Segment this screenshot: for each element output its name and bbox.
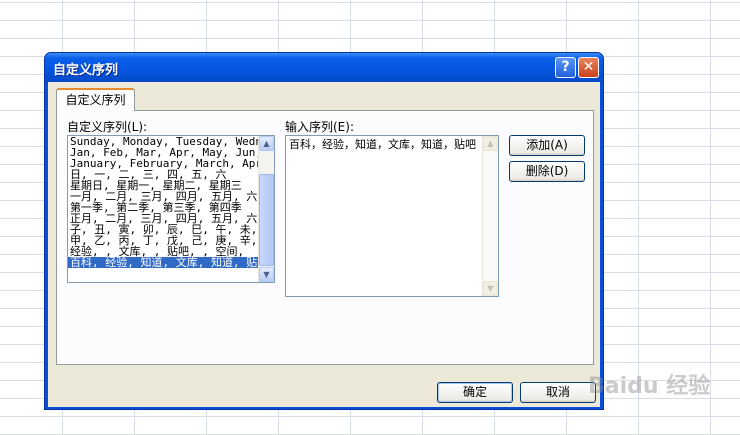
list-item[interactable]: 甲, 乙, 丙, 丁, 戊, 己, 庚, 辛, <box>68 235 258 246</box>
custom-lists-listbox[interactable]: Sunday, Monday, Tuesday, WednesdayJan, F… <box>67 135 275 283</box>
list-entries-input[interactable]: 百科，经验，知道，文库，知道，贴吧 ▲ ▼ <box>285 135 499 297</box>
listbox-scrollbar[interactable]: ▲ ▼ <box>258 136 274 282</box>
custom-lists-dialog: 自定义序列 ? ✕ 自定义序列 自定义序列(L): 输入序列(E): Sunda… <box>44 52 604 410</box>
ok-button[interactable]: 确定 <box>437 382 513 403</box>
baidu-watermark: Baidu 经验 <box>588 374 711 399</box>
delete-button[interactable]: 删除(D) <box>509 161 585 182</box>
list-item[interactable]: 星期日, 星期一, 星期二, 星期三 <box>68 180 258 191</box>
scroll-up-icon[interactable]: ▲ <box>259 136 274 151</box>
list-label: 自定义序列(L): <box>67 120 148 134</box>
list-entries-text: 百科，经验，知道，文库，知道，贴吧 <box>289 138 476 151</box>
scroll-up-icon: ▲ <box>483 136 498 151</box>
list-item[interactable]: 日, 一, 二, 三, 四, 五, 六 <box>68 169 258 180</box>
list-item[interactable]: Jan, Feb, Mar, Apr, May, Jun, Ju <box>68 147 258 158</box>
list-item[interactable]: 一月, 二月, 三月, 四月, 五月, 六 <box>68 191 258 202</box>
list-item[interactable]: 第一季, 第二季, 第三季, 第四季 <box>68 202 258 213</box>
cancel-button[interactable]: 取消 <box>520 382 596 403</box>
dialog-client-area: 自定义序列 自定义序列(L): 输入序列(E): Sunday, Monday,… <box>48 82 600 407</box>
list-item[interactable]: 正月, 二月, 三月, 四月, 五月, 六 <box>68 213 258 224</box>
list-item[interactable]: 经验, , 文库, , 贴吧, , 空间, <box>68 246 258 257</box>
tab-custom-lists[interactable]: 自定义序列 <box>56 88 135 111</box>
list-item[interactable]: January, February, March, April <box>68 158 258 169</box>
title-bar[interactable]: 自定义序列 ? ✕ <box>45 53 603 82</box>
tab-panel: 自定义序列(L): 输入序列(E): Sunday, Monday, Tuesd… <box>56 110 594 365</box>
scroll-down-icon[interactable]: ▼ <box>259 267 274 282</box>
input-label: 输入序列(E): <box>285 120 354 134</box>
add-button[interactable]: 添加(A) <box>509 135 585 156</box>
scroll-thumb[interactable] <box>259 174 274 266</box>
input-scrollbar: ▲ ▼ <box>482 136 498 296</box>
list-item[interactable]: 子, 丑, 寅, 卯, 辰, 巳, 午, 未, <box>68 224 258 235</box>
scroll-down-icon: ▼ <box>483 281 498 296</box>
help-button[interactable]: ? <box>555 57 576 78</box>
close-button[interactable]: ✕ <box>578 57 599 78</box>
dialog-title: 自定义序列 <box>53 63 119 78</box>
list-item[interactable]: Sunday, Monday, Tuesday, Wednesday <box>68 136 258 147</box>
list-item[interactable]: 百科, 经验, 知道, 文库, 知道, 贴 <box>68 257 258 268</box>
